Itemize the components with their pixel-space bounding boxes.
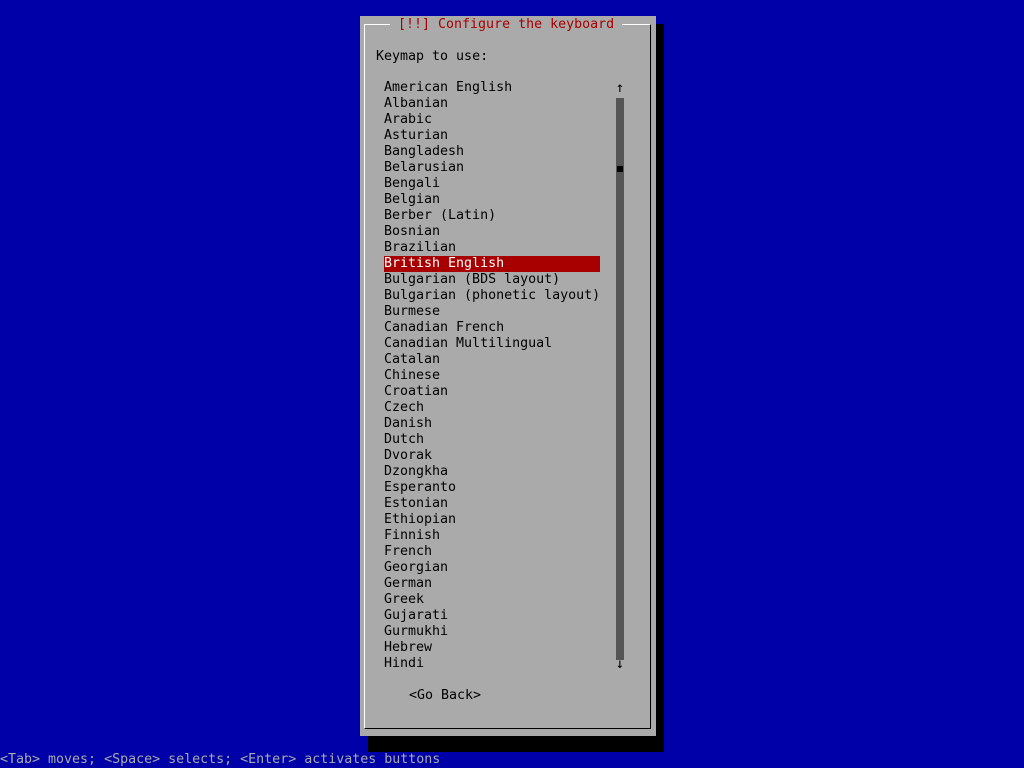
keymap-option[interactable]: Bulgarian (phonetic layout) [384,288,600,304]
keymap-option[interactable]: Hindi [384,656,600,672]
keymap-option[interactable]: British English [384,256,600,272]
keymap-option[interactable]: Albanian [384,96,600,112]
keymap-option[interactable]: American English [384,80,600,96]
keymap-option[interactable]: Danish [384,416,600,432]
keymap-option[interactable]: Bangladesh [384,144,600,160]
keymap-option[interactable]: Asturian [384,128,600,144]
keymap-option[interactable]: Bulgarian (BDS layout) [384,272,600,288]
status-bar-hint: <Tab> moves; <Space> selects; <Enter> ac… [0,752,441,767]
keymap-option[interactable]: Bosnian [384,224,600,240]
keymap-option[interactable]: Burmese [384,304,600,320]
scrollbar-track[interactable] [616,98,624,660]
keymap-option[interactable]: French [384,544,600,560]
dialog-title: [!!] Configure the keyboard [390,16,623,34]
keymap-option[interactable]: Estonian [384,496,600,512]
keymap-option[interactable]: Catalan [384,352,600,368]
keymap-option[interactable]: Canadian French [384,320,600,336]
keymap-option[interactable]: Gurmukhi [384,624,600,640]
keymap-option[interactable]: Dzongkha [384,464,600,480]
keymap-option[interactable]: Finnish [384,528,600,544]
keymap-option[interactable]: Dvorak [384,448,600,464]
keymap-option[interactable]: Hebrew [384,640,600,656]
scroll-down-arrow-icon[interactable]: ↓ [615,656,625,672]
go-back-button[interactable]: <Go Back> [408,688,482,704]
configure-keyboard-dialog: [!!] Configure the keyboard Keymap to us… [360,16,656,736]
keymap-option[interactable]: Berber (Latin) [384,208,600,224]
keymap-option[interactable]: Arabic [384,112,600,128]
scroll-up-arrow-icon[interactable]: ↑ [615,80,625,96]
keymap-option[interactable]: Croatian [384,384,600,400]
scrollbar-thumb[interactable] [617,166,623,172]
keymap-option[interactable]: Bengali [384,176,600,192]
keymap-option[interactable]: Czech [384,400,600,416]
keymap-option[interactable]: Belarusian [384,160,600,176]
keymap-option[interactable]: German [384,576,600,592]
keymap-prompt: Keymap to use: [376,49,489,64]
keymap-list[interactable]: American English Albanian Arabic Asturian Ba… [384,80,600,672]
keymap-option[interactable]: Georgian [384,560,600,576]
keymap-option[interactable]: Gujarati [384,608,600,624]
keymap-option[interactable]: Brazilian [384,240,600,256]
keymap-option[interactable]: Belgian [384,192,600,208]
keymap-option[interactable]: Esperanto [384,480,600,496]
keymap-option[interactable]: Canadian Multilingual [384,336,600,352]
keymap-option[interactable]: Chinese [384,368,600,384]
keymap-option[interactable]: Dutch [384,432,600,448]
keymap-option[interactable]: Greek [384,592,600,608]
keymap-option[interactable]: Ethiopian [384,512,600,528]
